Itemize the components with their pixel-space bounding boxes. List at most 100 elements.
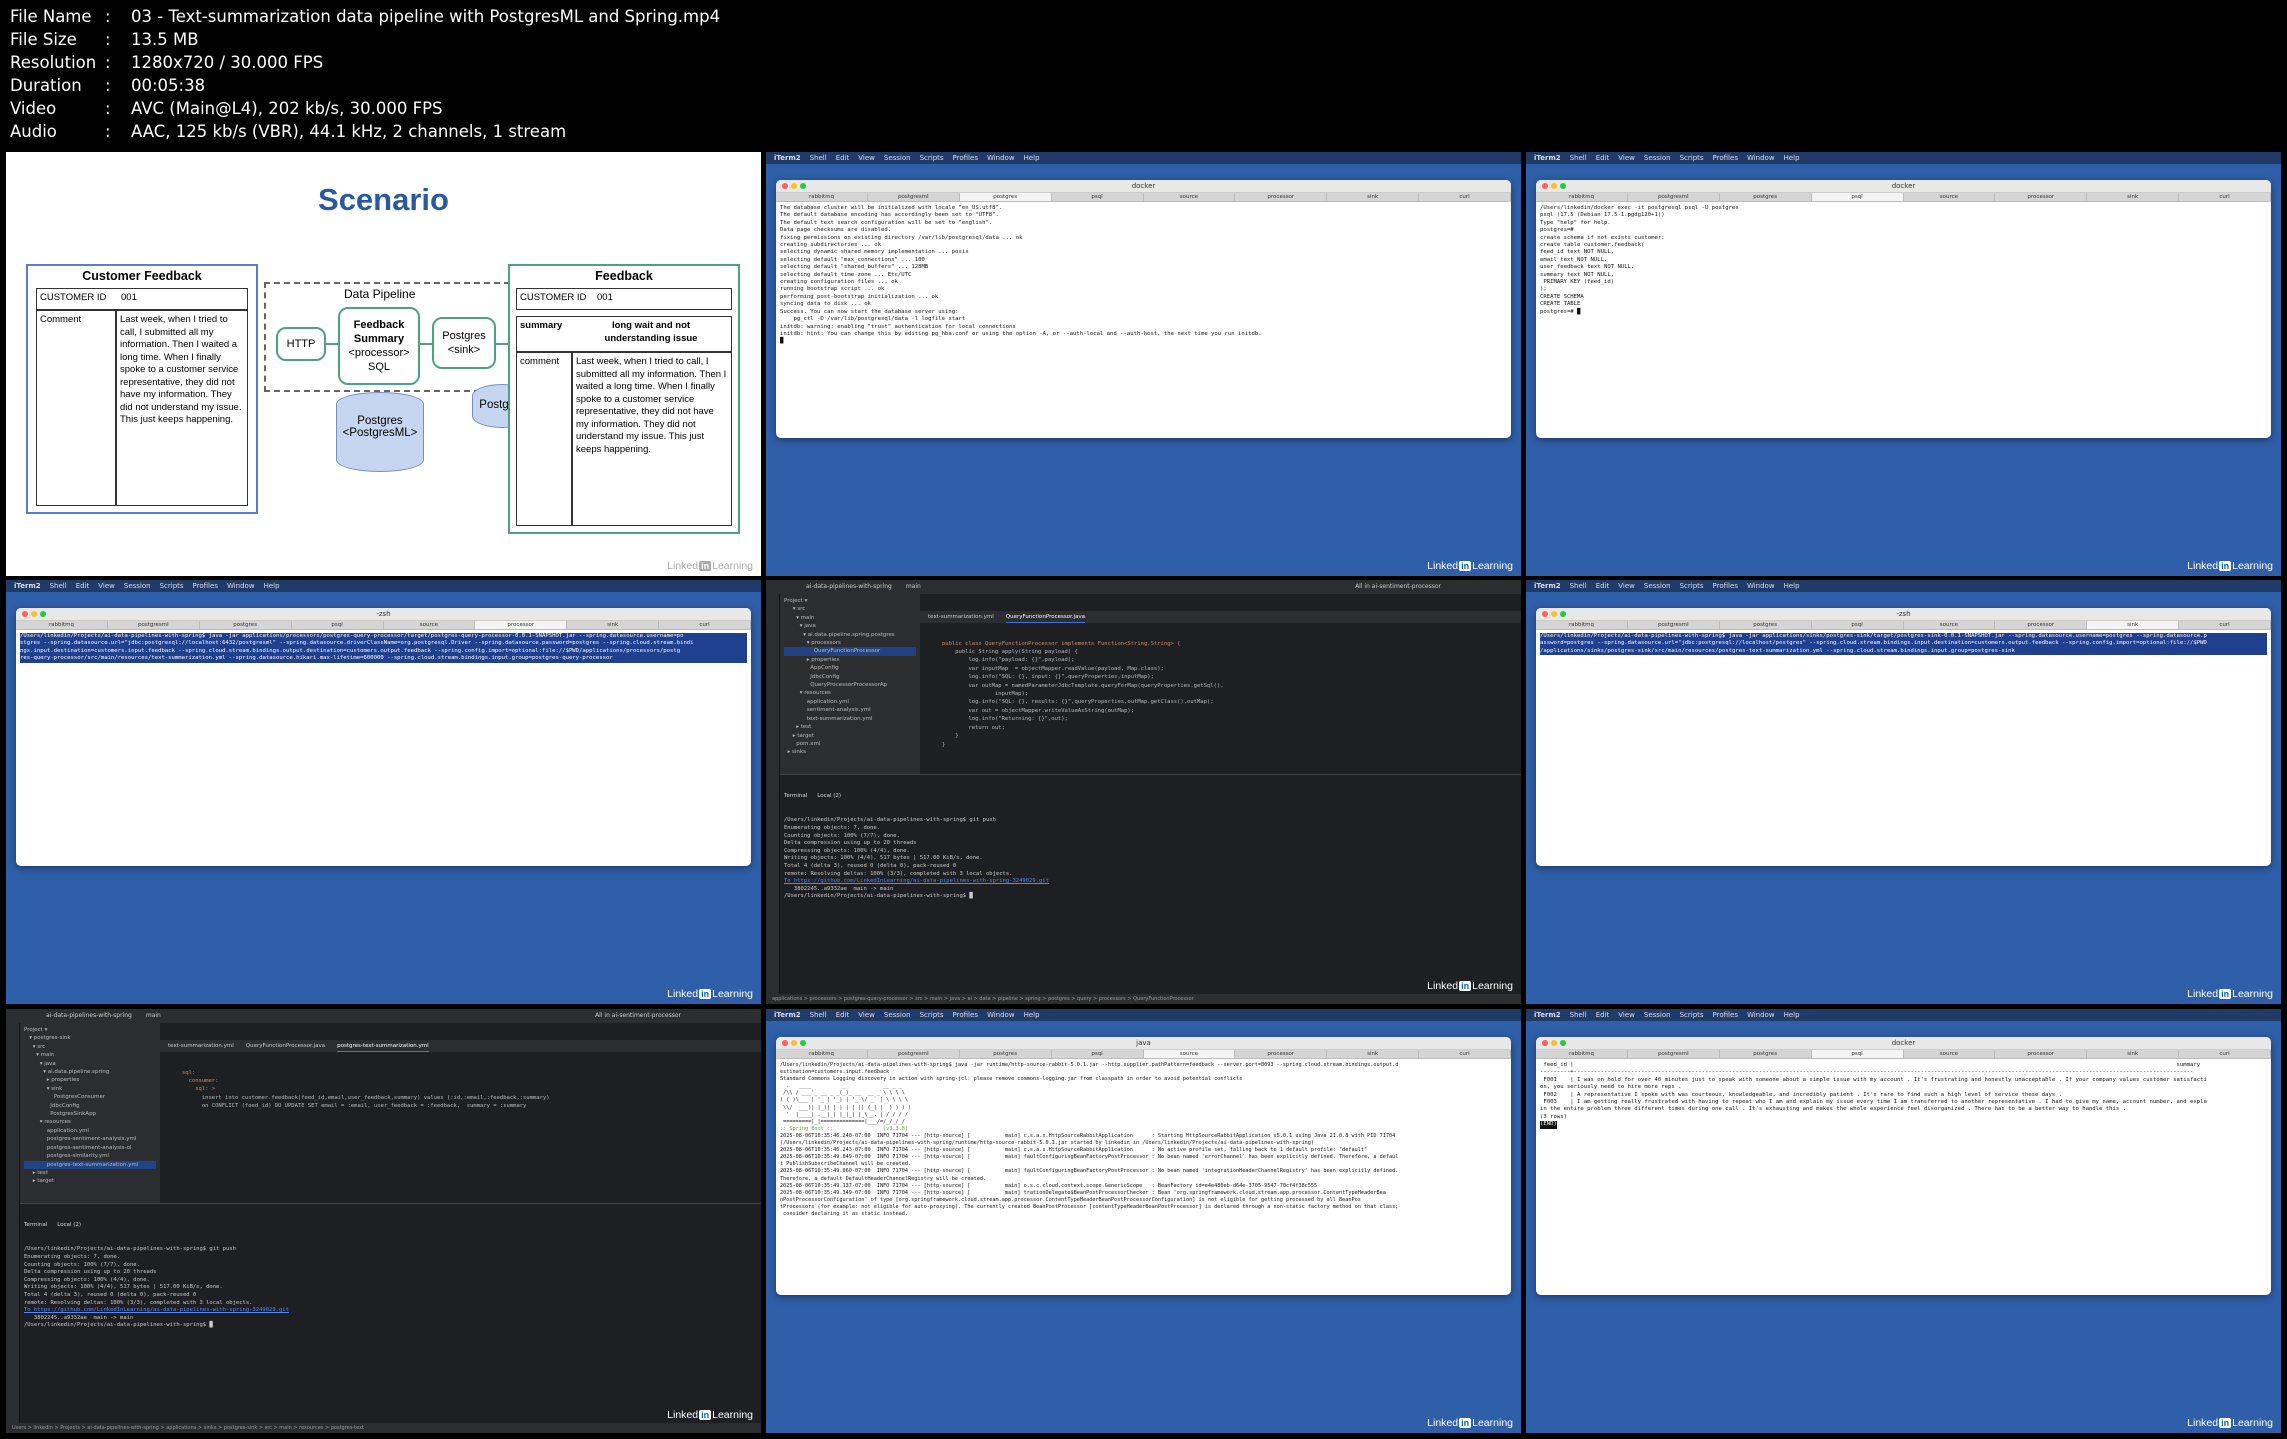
minimize-icon[interactable] bbox=[791, 183, 797, 189]
tab[interactable]: source bbox=[1904, 621, 1996, 629]
tab[interactable]: rabbitmq bbox=[776, 1050, 868, 1058]
tab[interactable]: rabbitmq bbox=[16, 621, 108, 629]
tab[interactable]: processor bbox=[475, 621, 568, 629]
project-selector[interactable]: ai-data-pipelines-with-spring bbox=[806, 580, 892, 594]
terminal-tabs[interactable]: rabbitmq postgresml postgres psql source proc… bbox=[776, 1050, 1511, 1059]
tab[interactable]: source bbox=[384, 621, 476, 629]
minimize-icon[interactable] bbox=[1551, 611, 1557, 617]
editor-tab-active[interactable]: QueryFunctionProcessor.java bbox=[1005, 611, 1086, 623]
editor-tabs[interactable]: text-summarization.yml QueryFunctionProce… bbox=[920, 610, 1521, 623]
tab[interactable]: curl bbox=[1419, 1050, 1511, 1058]
minimize-icon[interactable] bbox=[1551, 1040, 1557, 1046]
tab[interactable]: source bbox=[1144, 193, 1236, 201]
tab[interactable]: sink bbox=[2087, 1050, 2180, 1058]
tab[interactable]: psql bbox=[1812, 621, 1904, 629]
tab[interactable]: postgres bbox=[200, 621, 292, 629]
tab[interactable]: postgres bbox=[1720, 193, 1812, 201]
close-icon[interactable] bbox=[1542, 611, 1548, 617]
tab[interactable]: postgres bbox=[1720, 621, 1812, 629]
zoom-icon[interactable] bbox=[1560, 611, 1566, 617]
editor-tab[interactable]: QueryFunctionProcessor.java bbox=[246, 1040, 325, 1052]
terminal-tabs[interactable]: rabbitmq postgresml postgres psql source proc… bbox=[1536, 193, 2271, 202]
run-config-selector[interactable]: All in ai-sentiment-processor bbox=[1355, 580, 1441, 594]
terminal-tabs[interactable]: Terminal Local (2) bbox=[780, 790, 1521, 802]
tab[interactable]: processor bbox=[1235, 1050, 1328, 1058]
thumbnail-docker-initdb[interactable]: iTerm2 Shell Edit View Session Scripts Profile… bbox=[766, 152, 1521, 576]
tab[interactable]: source bbox=[1904, 193, 1996, 201]
code-editor[interactable]: text-summarization.yml QueryFunctionProce… bbox=[920, 594, 1521, 774]
terminal-tabs[interactable]: rabbitmq postgresml postgres psql source proc… bbox=[776, 193, 1511, 202]
thumbnail-ide-processor-code[interactable]: ai-data-pipelines-with-spring main All in … bbox=[766, 580, 1521, 1004]
terminal-window[interactable]: docker rabbitmq postgresml postgres psql sou… bbox=[1536, 1037, 2271, 1295]
tab[interactable]: rabbitmq bbox=[776, 193, 868, 201]
terminal-window[interactable]: docker rabbitmq postgresml postgres psql sou… bbox=[776, 180, 1511, 438]
tab[interactable]: processor bbox=[1995, 621, 2088, 629]
editor-tabs[interactable]: text-summarization.yml QueryFunctionProce… bbox=[160, 1039, 761, 1052]
thumbnail-http-source-run[interactable]: iTerm2 Shell Edit View Session Scripts Profile… bbox=[766, 1009, 1521, 1433]
terminal-output[interactable]: /Users/linkedin/Projects/ai-data-pipelin… bbox=[1536, 630, 2271, 658]
tab[interactable]: postgresml bbox=[868, 193, 960, 201]
tab[interactable]: postgresml bbox=[108, 621, 200, 629]
tab[interactable]: curl bbox=[2179, 1050, 2271, 1058]
tab[interactable]: processor bbox=[1995, 1050, 2088, 1058]
terminal-tab[interactable]: Terminal bbox=[784, 790, 807, 802]
tab[interactable]: sink bbox=[2087, 621, 2180, 629]
minimize-icon[interactable] bbox=[791, 1040, 797, 1046]
terminal-window[interactable]: java rabbitmq postgresml postgres psql sourc… bbox=[776, 1037, 1511, 1295]
editor-tab-active[interactable]: postgres-text-summarization.yml bbox=[337, 1040, 429, 1052]
terminal-tab[interactable]: Local (2) bbox=[57, 1219, 81, 1231]
zoom-icon[interactable] bbox=[1560, 1040, 1566, 1046]
project-selector[interactable]: ai-data-pipelines-with-spring bbox=[46, 1009, 132, 1023]
terminal-output[interactable]: /Users/linkedin/Projects/ai-data-pipelin… bbox=[16, 630, 751, 666]
zoom-icon[interactable] bbox=[800, 1040, 806, 1046]
terminal-tabs[interactable]: rabbitmq postgresml postgres psql source proc… bbox=[1536, 621, 2271, 630]
terminal-window[interactable]: -zsh rabbitmq postgresml postgres psql sourc… bbox=[1536, 608, 2271, 866]
tab[interactable]: postgres bbox=[959, 193, 1052, 201]
zoom-icon[interactable] bbox=[1560, 183, 1566, 189]
tab[interactable]: processor bbox=[1995, 193, 2088, 201]
zoom-icon[interactable] bbox=[40, 611, 46, 617]
tab[interactable]: postgres bbox=[1720, 1050, 1812, 1058]
close-icon[interactable] bbox=[782, 183, 788, 189]
editor-tab[interactable]: text-summarization.yml bbox=[168, 1040, 234, 1052]
code-editor[interactable]: text-summarization.yml QueryFunctionProce… bbox=[160, 1023, 761, 1203]
thumbnail-query-results[interactable]: iTerm2 Shell Edit View Session Scripts Profile… bbox=[1526, 1009, 2281, 1433]
branch-selector[interactable]: main bbox=[146, 1009, 161, 1023]
thumbnail-processor-command[interactable]: iTerm2 Shell Edit View Session Scripts Profile… bbox=[6, 580, 761, 1004]
tab[interactable]: psql bbox=[1052, 1050, 1144, 1058]
minimize-icon[interactable] bbox=[31, 611, 37, 617]
project-tree[interactable]: Project ▾ ▾ postgres-sink ▾ src ▾ main ▾… bbox=[20, 1023, 160, 1203]
tab[interactable]: sink bbox=[2087, 193, 2180, 201]
tab[interactable]: curl bbox=[2179, 193, 2271, 201]
terminal-output[interactable]: /Users/linkedin/docker exec -it postgres… bbox=[1536, 202, 2271, 319]
tab[interactable]: postgres bbox=[960, 1050, 1052, 1058]
tab[interactable]: postgresml bbox=[868, 1050, 960, 1058]
ide-toolbar[interactable]: ai-data-pipelines-with-spring main All in … bbox=[766, 580, 1521, 594]
tab[interactable]: source bbox=[1904, 1050, 1996, 1058]
tab[interactable]: postgresml bbox=[1628, 193, 1720, 201]
tab[interactable]: psql bbox=[1811, 1050, 1904, 1058]
ide-tool-strip[interactable] bbox=[6, 1023, 20, 1433]
thumbnail-ide-sink-config[interactable]: ai-data-pipelines-with-spring main All in … bbox=[6, 1009, 761, 1433]
tab[interactable]: curl bbox=[2179, 621, 2271, 629]
editor-tab[interactable]: text-summarization.yml bbox=[928, 611, 994, 623]
terminal-tabs[interactable]: rabbitmq postgresml postgres psql source proc… bbox=[16, 621, 751, 630]
tab[interactable]: source bbox=[1143, 1050, 1236, 1058]
ide-toolbar[interactable]: ai-data-pipelines-with-spring main All in … bbox=[6, 1009, 761, 1023]
tab[interactable]: processor bbox=[1235, 193, 1328, 201]
terminal-window[interactable]: -zsh rabbitmq postgresml postgres psql sourc… bbox=[16, 608, 751, 866]
tab[interactable]: psql bbox=[1811, 193, 1904, 201]
close-icon[interactable] bbox=[782, 1040, 788, 1046]
terminal-tabs[interactable]: Terminal Local (2) bbox=[20, 1219, 761, 1231]
branch-selector[interactable]: main bbox=[906, 580, 921, 594]
tab[interactable]: curl bbox=[659, 621, 751, 629]
ide-terminal[interactable]: Terminal Local (2) /Users/linkedin/Projec… bbox=[20, 1203, 761, 1423]
ide-tool-strip[interactable] bbox=[766, 594, 780, 1004]
tab[interactable]: sink bbox=[567, 621, 660, 629]
close-icon[interactable] bbox=[1542, 183, 1548, 189]
run-config-selector[interactable]: All in ai-sentiment-processor bbox=[595, 1009, 681, 1023]
tab[interactable]: curl bbox=[1419, 193, 1511, 201]
query-result-output[interactable]: feed_id | summary ---------+------------… bbox=[1536, 1059, 2271, 1132]
tab[interactable]: rabbitmq bbox=[1536, 621, 1628, 629]
terminal-tab[interactable]: Terminal bbox=[24, 1219, 47, 1231]
